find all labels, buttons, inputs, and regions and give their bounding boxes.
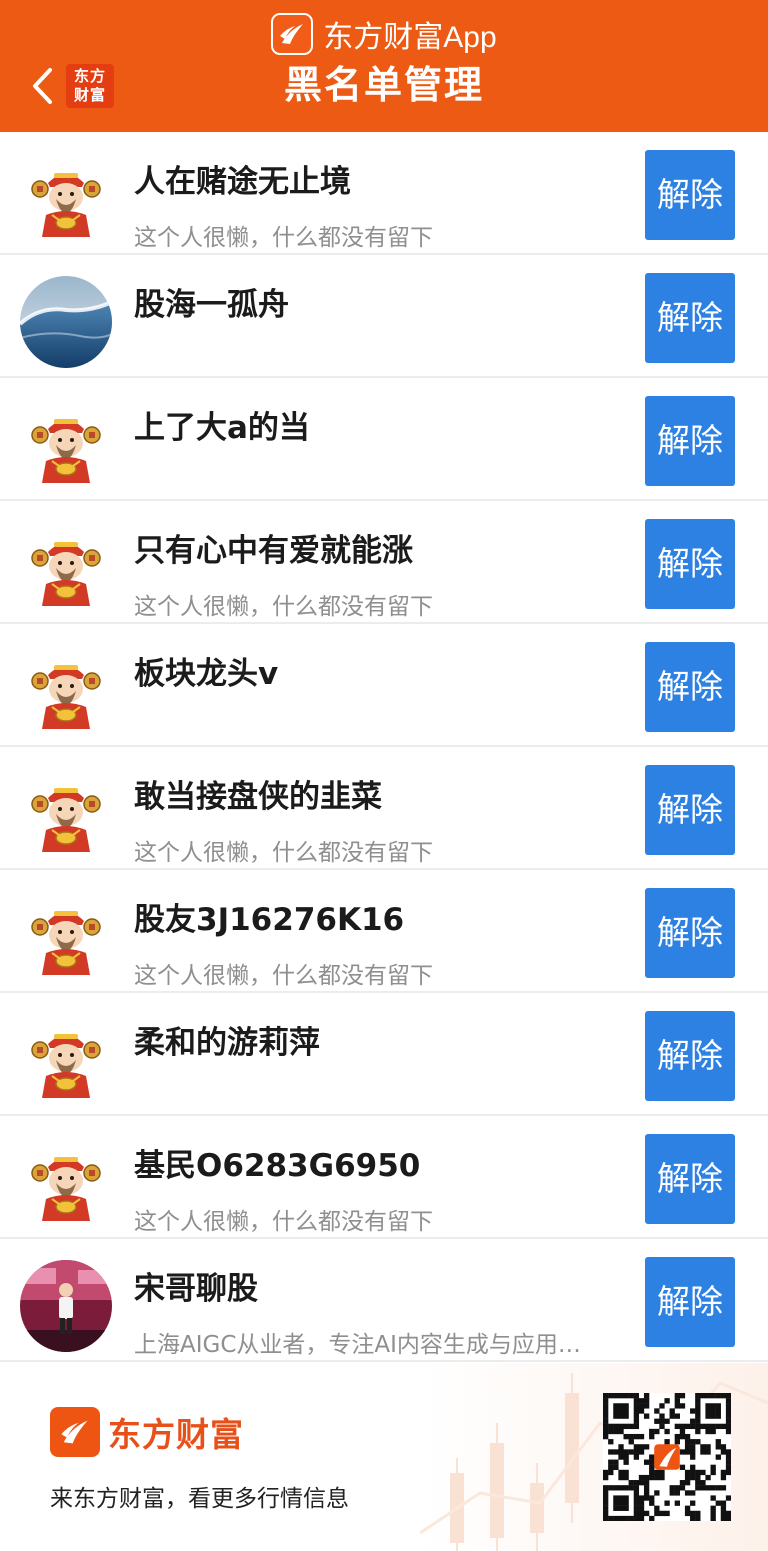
unblock-button[interactable]: 解除 [645,642,735,732]
blocked-user-name[interactable]: 人在赌途无止境 [134,156,624,201]
app-name: 东方财富App [323,21,497,54]
blocked-user-name[interactable]: 柔和的游莉萍 [134,1017,624,1062]
blocked-user-name[interactable]: 上了大a的当 [134,402,624,447]
ocean-wave-avatar[interactable] [20,276,112,368]
page-title: 黑名单管理 [283,63,484,107]
blocked-user-bio: 上海AIGC从业者，专注AI内容生成与应用… [134,1332,581,1358]
unblock-button[interactable]: 解除 [645,519,735,609]
app-logo-icon [271,13,314,55]
blocked-user-bio: 这个人很懒，什么都没有留下 [134,1209,433,1235]
unblock-button[interactable]: 解除 [645,1134,735,1224]
blocked-user-bio: 这个人很懒，什么都没有留下 [134,963,433,989]
footer-banner[interactable]: 东方财富 来东方财富，看更多行情信息 [0,1363,768,1551]
blocked-user-row: 股友3J16276K16 这个人很懒，什么都没有留下 解除 [0,870,768,993]
blocked-user-name[interactable]: 只有心中有爱就能涨 [134,525,624,570]
app-brand: 东方财富App [0,12,768,56]
footer-slogan: 来东方财富，看更多行情信息 [50,1486,349,1512]
blocked-user-row: 宋哥聊股上海AIGC从业者，专注AI内容生成与应用… 解除 [0,1239,768,1362]
unblock-button[interactable]: 解除 [645,765,735,855]
footer-brand-name: 东方财富 [108,1415,244,1454]
fortune-god-avatar[interactable] [20,1137,112,1229]
blocked-user-name[interactable]: 基民O6283G6950 [134,1140,624,1185]
blocklist: 人在赌途无止境 这个人很懒，什么都没有留下 解除 股海一孤舟 解除 上了大a的当 解除 只有心… [0,132,768,1362]
blocked-user-row: 上了大a的当 解除 [0,378,768,501]
eastmoney-logo-icon [50,1407,100,1457]
qr-code-icon [603,1393,731,1521]
blocked-user-bio: 这个人很懒，什么都没有留下 [134,225,433,251]
unblock-button[interactable]: 解除 [645,273,735,363]
blocked-user-name[interactable]: 敢当接盘侠的韭菜 [134,771,624,816]
fortune-god-avatar[interactable] [20,645,112,737]
blocked-user-name[interactable]: 板块龙头v [134,648,624,693]
blocked-user-row: 只有心中有爱就能涨这个人很懒，什么都没有留下 解除 [0,501,768,624]
unblock-button[interactable]: 解除 [645,396,735,486]
blocked-user-name[interactable]: 股友3J16276K16 [134,894,624,939]
blocked-user-row: 柔和的游莉萍 解除 [0,993,768,1116]
unblock-button[interactable]: 解除 [645,150,735,240]
footer-brand: 东方财富 [50,1406,244,1458]
blocked-user-row: 人在赌途无止境这个人很懒，什么都没有留下 解除 [0,132,768,255]
blocked-user-row: 敢当接盘侠的韭菜这个人很懒，什么都没有留下 解除 [0,747,768,870]
blocked-user-bio: 这个人很懒，什么都没有留下 [134,840,433,866]
header-bar: 东方财富App 东方 财富 黑名单管理 [0,0,768,132]
unblock-button[interactable]: 解除 [645,888,735,978]
blocked-user-bio: 这个人很懒，什么都没有留下 [134,594,433,620]
fortune-god-avatar[interactable] [20,153,112,245]
blocked-user-row: 板块龙头v 解除 [0,624,768,747]
fortune-god-avatar[interactable] [20,1014,112,1106]
fortune-god-avatar[interactable] [20,522,112,614]
fortune-god-avatar[interactable] [20,399,112,491]
blocked-user-row: 基民O6283G6950 这个人很懒，什么都没有留下 解除 [0,1116,768,1239]
fortune-god-avatar[interactable] [20,891,112,983]
blocked-user-name[interactable]: 股海一孤舟 [134,279,624,324]
unblock-button[interactable]: 解除 [645,1011,735,1101]
stage-photo-avatar[interactable] [20,1260,112,1352]
fortune-god-avatar[interactable] [20,768,112,860]
blocked-user-name[interactable]: 宋哥聊股 [134,1263,624,1308]
unblock-button[interactable]: 解除 [645,1257,735,1347]
blocked-user-row: 股海一孤舟 解除 [0,255,768,378]
